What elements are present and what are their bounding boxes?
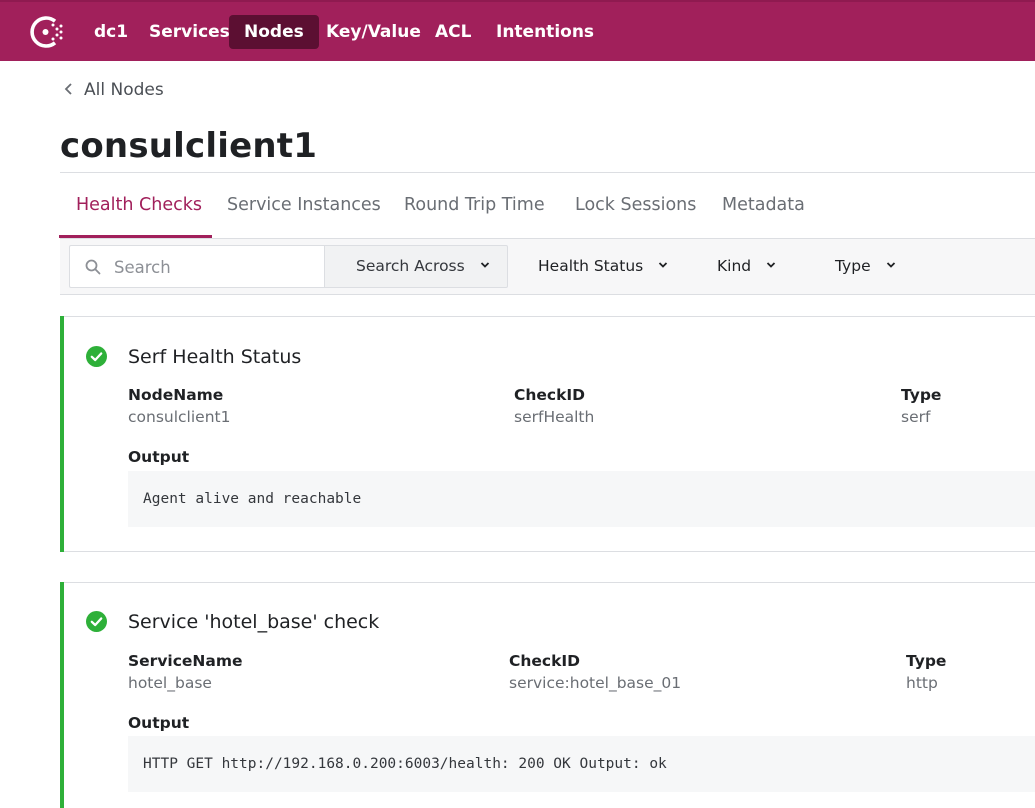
search-across-label: Search Across [356, 257, 465, 275]
field-label-checkid: CheckID [514, 386, 586, 404]
field-label-checkid: CheckID [509, 652, 581, 670]
breadcrumb-all-nodes-link[interactable]: All Nodes [84, 80, 164, 100]
field-label-nodename: NodeName [128, 386, 224, 404]
search-box[interactable] [69, 245, 325, 288]
output-label: Output [128, 714, 190, 732]
check-circle-icon [86, 346, 107, 367]
field-label-type: Type [906, 652, 947, 670]
type-dropdown[interactable]: Type [835, 245, 896, 288]
tab-service-instances[interactable]: Service Instances [227, 190, 381, 220]
chevron-down-icon [659, 261, 668, 268]
field-value-servicename: hotel_base [128, 674, 212, 692]
field-value-checkid: service:hotel_base_01 [509, 674, 682, 692]
search-icon [85, 259, 101, 275]
type-label: Type [835, 257, 871, 275]
field-value-checkid: serfHealth [514, 408, 595, 426]
kind-label: Kind [717, 257, 752, 275]
active-tab-indicator [59, 235, 212, 238]
top-navigation: dc1 Services Nodes Key/Value ACL Intenti… [0, 0, 1035, 61]
check-title: Serf Health Status [128, 346, 302, 368]
chevron-down-icon [766, 261, 776, 268]
tab-round-trip-time[interactable]: Round Trip Time [404, 190, 545, 220]
page-title: consulclient1 [60, 126, 318, 166]
check-circle-icon [86, 611, 107, 632]
kind-dropdown[interactable]: Kind [717, 245, 776, 288]
divider [60, 172, 1035, 173]
tab-health-checks[interactable]: Health Checks [76, 190, 202, 220]
field-label-type: Type [901, 386, 942, 404]
health-check-card: Service 'hotel_base' check ServiceName h… [60, 582, 1035, 808]
search-across-dropdown[interactable]: Search Across [324, 245, 508, 288]
field-value-nodename: consulclient1 [128, 408, 231, 426]
chevron-down-icon [886, 261, 895, 268]
nav-intentions[interactable]: Intentions [481, 15, 609, 49]
tab-metadata[interactable]: Metadata [722, 190, 805, 220]
field-value-type: http [906, 674, 938, 692]
health-status-dropdown[interactable]: Health Status [538, 245, 668, 288]
tab-lock-sessions[interactable]: Lock Sessions [575, 190, 696, 220]
check-output: HTTP GET http://192.168.0.200:6003/healt… [128, 736, 1035, 792]
health-check-card: Serf Health Status NodeName consulclient… [60, 316, 1035, 552]
field-label-servicename: ServiceName [128, 652, 243, 670]
nav-key-value[interactable]: Key/Value [311, 15, 436, 49]
check-title: Service 'hotel_base' check [128, 611, 380, 633]
nav-nodes[interactable]: Nodes [229, 15, 319, 49]
health-status-label: Health Status [538, 257, 644, 275]
breadcrumb[interactable]: All Nodes [64, 78, 164, 102]
check-output: Agent alive and reachable [128, 471, 1035, 527]
nav-acl[interactable]: ACL [420, 15, 486, 49]
consul-logo-icon[interactable] [28, 13, 66, 51]
search-input[interactable] [114, 256, 314, 278]
chevron-down-icon [480, 261, 489, 268]
field-value-type: serf [901, 408, 931, 426]
chevron-left-icon [64, 78, 78, 102]
output-label: Output [128, 448, 190, 466]
